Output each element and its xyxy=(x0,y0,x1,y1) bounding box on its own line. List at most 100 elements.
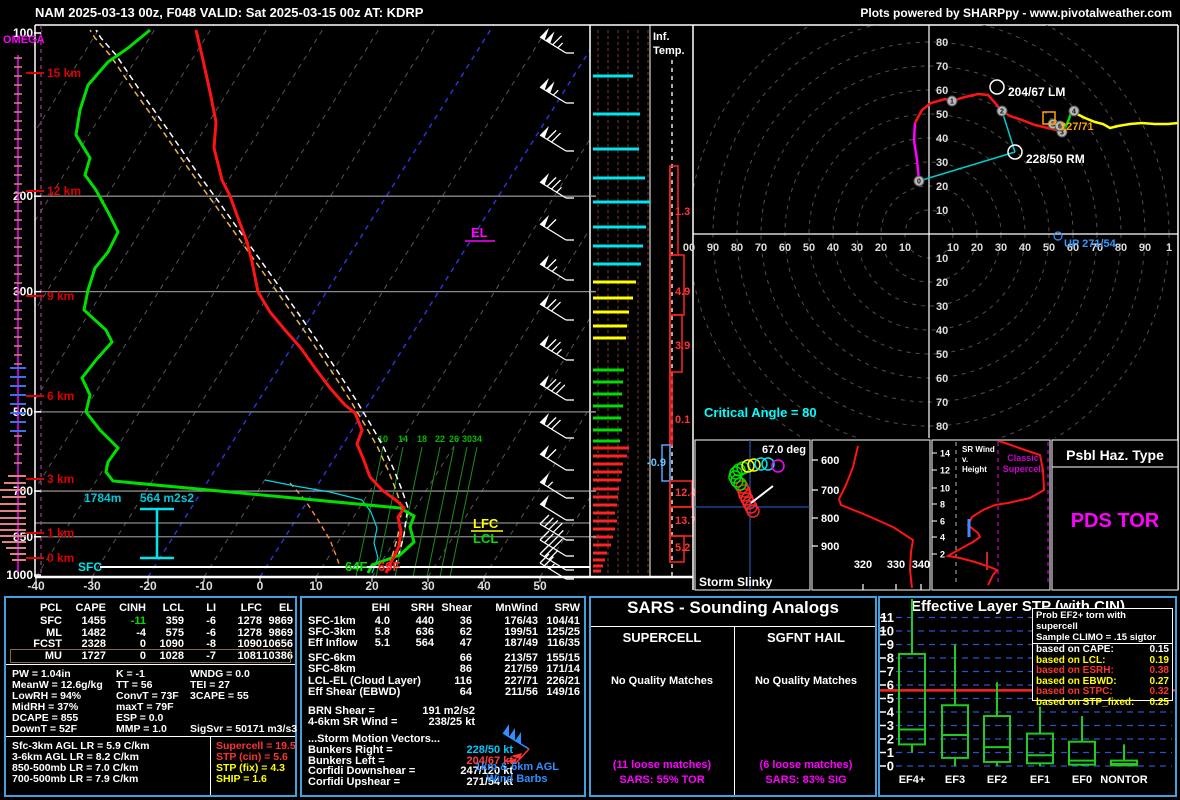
hodo-tick: 90 xyxy=(1139,242,1151,254)
sars-body: No Quality Matches xyxy=(610,675,714,687)
kinematics-value: 5.1 xyxy=(374,637,390,649)
inf-temp-value: 1.3 xyxy=(675,206,690,218)
sars-body: No Quality Matches xyxy=(754,675,858,687)
eil-height-label: 1784m xyxy=(84,491,121,505)
hodo-tick: 30 xyxy=(995,242,1007,254)
page-title: NAM 2025-03-13 00z, F048 VALID: Sat 2025… xyxy=(35,5,424,20)
stp-probability-box: Prob EF2+ torn with supercell Sample CLIM… xyxy=(1032,608,1173,708)
height-tick: 1 km xyxy=(47,526,74,540)
sr-wind-title: Height xyxy=(962,465,987,474)
inf-temp-value: 3.9 xyxy=(675,340,690,352)
sr-wind-title: v. xyxy=(962,455,968,464)
eil-srh-label: 564 m2s2 xyxy=(140,491,194,505)
hodo-tick: 20 xyxy=(875,242,887,254)
pressure-tick: 500 xyxy=(13,405,33,419)
svg-text:0: 0 xyxy=(917,179,921,186)
inf-temp-value: 12.4 xyxy=(675,487,697,499)
hodo-tick: 1 xyxy=(1166,242,1172,254)
kinematics-header: Shear xyxy=(441,602,472,614)
pressure-tick: 700 xyxy=(13,484,33,498)
inf-temp-value: 0.1 xyxy=(675,414,690,426)
sars-column-header: SGFNT HAIL xyxy=(767,630,845,645)
hodo-tick: 50 xyxy=(803,242,815,254)
hazard-value: PDS TOR xyxy=(1071,510,1160,532)
theta-e-ytick: 800 xyxy=(821,513,839,525)
sars-column-header: SUPERCELL xyxy=(622,630,702,645)
theta-e-ytick: 700 xyxy=(821,485,839,497)
sars-probability: SARS: 83% SIG xyxy=(765,774,847,786)
thermo-stat: 3CAPE = 55 xyxy=(190,690,249,702)
sars-panel: SARS - Sounding Analogs SUPERCELL No Qual… xyxy=(589,596,877,797)
height-tick: 9 km xyxy=(47,289,74,303)
composite-index: SHIP = 1.6 xyxy=(216,773,267,785)
prob-row: based on CAPE: 0.15 xyxy=(1036,644,1169,655)
kinematics-extra-label: 4-6km SR Wind = xyxy=(308,716,398,728)
hodo-tick: 40 xyxy=(936,133,948,145)
svg-text:34: 34 xyxy=(472,434,482,444)
kinematics-header: SRH xyxy=(410,602,434,614)
hodo-tick: 10 xyxy=(936,253,948,265)
svg-text:22: 22 xyxy=(435,434,445,444)
theta-e-ytick: 600 xyxy=(821,455,839,467)
svg-text:14: 14 xyxy=(398,434,408,444)
svg-text:30: 30 xyxy=(462,434,472,444)
critical-angle-label: Critical Angle = 80 xyxy=(704,405,817,420)
barb-caption: Wind Barbs xyxy=(486,773,548,785)
hodo-tick: 10 xyxy=(936,205,948,217)
thermo-stat: DownT = 52F xyxy=(12,723,78,735)
right-mover-label: 228/50 RM xyxy=(1026,152,1085,166)
hodo-tick: 80 xyxy=(936,37,948,49)
divider xyxy=(6,736,295,737)
kinematics-value: 86 xyxy=(459,663,472,675)
slinky-deg-label: 67.0 deg xyxy=(762,444,806,456)
thermo-stat: MMP = 1.0 xyxy=(116,723,167,735)
kinematics-value: 64 xyxy=(459,686,472,698)
storm-slinky-panel: 67.0 deg Storm Slinky xyxy=(694,439,811,591)
height-tick: 3 km xyxy=(47,472,74,486)
hodo-tick: 30 xyxy=(936,301,948,313)
indices-header: EL xyxy=(278,602,293,614)
el-label: EL xyxy=(471,225,488,240)
thermo-stat: SigSvr = 50171 m3/s3 xyxy=(190,723,298,735)
divider xyxy=(6,664,295,665)
sr-wind-ytick: 8 xyxy=(940,500,945,510)
hazard-panel: Psbl Haz. Type PDS TOR xyxy=(1051,439,1179,591)
kinematics-row-label: Eff Inflow xyxy=(308,637,358,649)
prob-box-rows: based on CAPE: 0.15 based on LCL: 0.19 based… xyxy=(1033,643,1172,710)
hazard-title: Psbl Haz. Type xyxy=(1066,447,1164,463)
svg-text:26: 26 xyxy=(449,434,459,444)
hodo-tick: 80 xyxy=(1115,242,1127,254)
sr-wind-ytick: 12 xyxy=(940,466,950,476)
height-tick: 0 km xyxy=(47,551,74,565)
inf-temp-value: -0.9 xyxy=(647,457,666,469)
kinematics-value: 171/14 xyxy=(546,663,580,675)
slinky-title: Storm Slinky xyxy=(699,575,773,589)
indices-cell: 9869 xyxy=(268,615,293,627)
sr-wind-ytick: 4 xyxy=(940,533,945,543)
indices-cell: 9869 xyxy=(268,626,293,639)
inf-temp-header: Temp. xyxy=(653,45,685,57)
kinematics-value: 211/56 xyxy=(504,686,538,698)
sharppy-sounding-page: 10 14 18 22 26 30 34 SFC 64F 69F 1784m 564 m2s2 EL LF… xyxy=(0,0,1180,800)
svg-text:2: 2 xyxy=(1000,109,1004,116)
hodo-tick: 30 xyxy=(936,157,948,169)
sr-wind-title: SR Wind xyxy=(962,445,995,454)
sr-wind-ytick: 2 xyxy=(940,550,945,560)
hodo-tick: 60 xyxy=(936,85,948,97)
hodo-tick: 10 xyxy=(899,242,911,254)
kinematics-value: 149/16 xyxy=(546,686,580,698)
theta-e-xtick: 320 xyxy=(854,559,872,571)
theta-e-panel: 600 700 800 900 320 330 340 xyxy=(811,439,931,591)
title-bar: NAM 2025-03-13 00z, F048 VALID: Sat 2025… xyxy=(0,0,1180,25)
omega-label: OMEGA xyxy=(3,34,45,46)
classic-supercell-label: Classic xyxy=(1007,453,1039,463)
theta-e-ytick: 900 xyxy=(821,541,839,553)
sars-loose-matches: (11 loose matches) xyxy=(612,759,712,771)
divider xyxy=(591,626,875,627)
stp-panel: Prob EF2+ torn with supercell Sample CLIM… xyxy=(878,596,1177,797)
sr-wind-ytick: 14 xyxy=(940,449,950,459)
skewt-wind-barbs xyxy=(539,28,574,580)
height-tick: 6 km xyxy=(47,389,74,403)
hodo-tick: 30 xyxy=(851,242,863,254)
kinematics-row-label: SFC-8km xyxy=(308,663,356,675)
